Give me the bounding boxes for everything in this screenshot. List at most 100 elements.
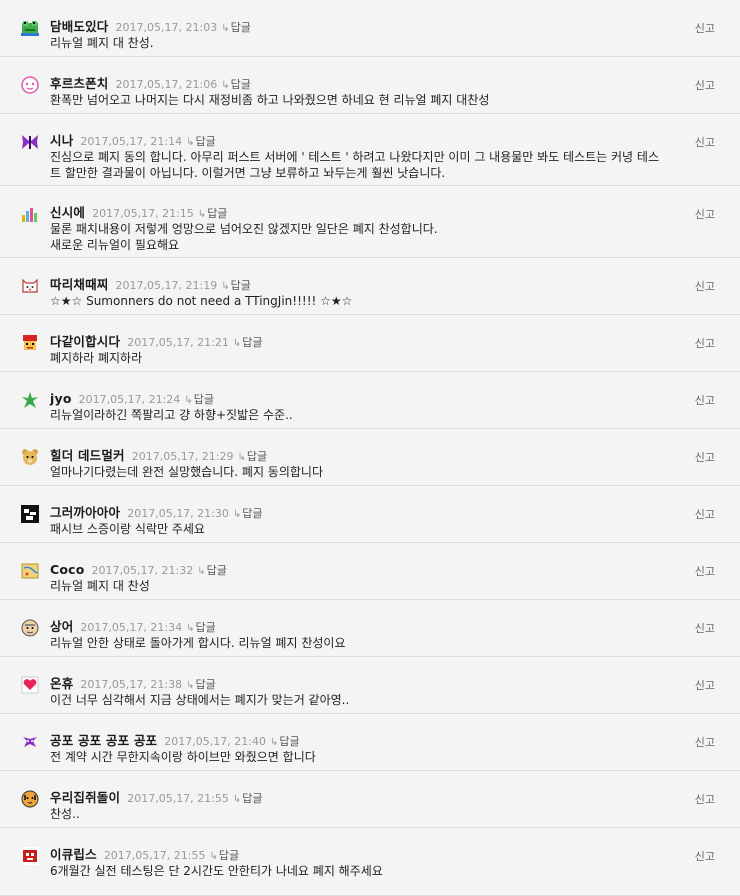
comment-text: 환폭만 넘어오고 나머지는 다시 재정비좀 하고 나와줬으면 하네요 현 리뉴얼… (50, 93, 490, 107)
reply-link[interactable]: ↳답글 (237, 450, 267, 463)
report-link[interactable]: 신고 (695, 563, 715, 579)
reply-link[interactable]: ↳답글 (210, 849, 240, 862)
commenter-name[interactable]: Coco (50, 562, 85, 577)
reply-link[interactable]: ↳답글 (184, 393, 214, 406)
report-link[interactable]: 신고 (695, 134, 715, 150)
comment-list: 담배도있다 2017,05,17, 21:03 ↳답글 신고 리뉴얼 폐지 대 찬성. 후… (0, 0, 740, 896)
comment-meta: 상어 2017,05,17, 21:34 ↳답글 (50, 619, 216, 637)
report-link[interactable]: 신고 (695, 392, 715, 408)
commenter-name[interactable]: 힐더 데드멀커 (50, 448, 125, 463)
reply-arrow-icon: ↳ (186, 623, 195, 634)
commenter-name[interactable]: 온휴 (50, 676, 73, 691)
commenter-name[interactable]: 담배도있다 (50, 19, 109, 34)
comment-meta: 시나 2017,05,17, 21:14 ↳답글 (50, 133, 216, 151)
comment-timestamp: 2017,05,17, 21:06 (115, 78, 218, 91)
reply-arrow-icon: ↳ (184, 395, 193, 406)
commenter-name[interactable]: 이큐립스 (50, 847, 97, 862)
report-link[interactable]: 신고 (695, 20, 715, 36)
comment-item: 다같이합시다 2017,05,17, 21:21 ↳답글 신고 폐지하라 폐지하라 (0, 315, 740, 372)
reply-arrow-icon: ↳ (197, 566, 206, 577)
comment-meta: 신시에 2017,05,17, 21:15 ↳답글 (50, 205, 227, 223)
commenter-name[interactable]: 우리집쥐돌이 (50, 790, 120, 805)
reply-label: 답글 (242, 507, 263, 520)
commenter-name[interactable]: 상어 (50, 619, 73, 634)
report-link[interactable]: 신고 (695, 335, 715, 351)
reply-arrow-icon: ↳ (186, 680, 195, 691)
report-link[interactable]: 신고 (695, 206, 715, 222)
comment-timestamp: 2017,05,17, 21:29 (131, 450, 234, 463)
reply-link[interactable]: ↳답글 (221, 279, 251, 292)
comment-text: ☆★☆ Sumonners do not need a TTingJin!!!!… (50, 294, 353, 308)
comment-item: 힐더 데드멀커 2017,05,17, 21:29 ↳답글 신고 얼마나기다렸는데 완전… (0, 429, 740, 486)
comment-timestamp: 2017,05,17, 21:14 (80, 135, 183, 148)
report-link[interactable]: 신고 (695, 449, 715, 465)
reply-link[interactable]: ↳답글 (186, 135, 216, 148)
reply-arrow-icon: ↳ (232, 794, 242, 805)
report-link[interactable]: 신고 (695, 848, 715, 864)
reply-link[interactable]: ↳답글 (270, 735, 300, 748)
comment-text: 리뉴얼 폐지 대 찬성. (50, 36, 154, 50)
report-link[interactable]: 신고 (695, 620, 715, 636)
reply-label: 답글 (279, 735, 300, 748)
report-link[interactable]: 신고 (695, 506, 715, 522)
colorful-bars-icon (21, 205, 39, 223)
reply-link[interactable]: ↳답글 (221, 21, 251, 34)
reply-label: 답글 (195, 135, 216, 148)
comment-item: Coco 2017,05,17, 21:32 ↳답글 신고 리뉴얼 폐지 대 찬성 (0, 543, 740, 600)
commenter-name[interactable]: 공포 공포 공포 공포 (50, 733, 157, 748)
comment-item: 따리채때찌 2017,05,17, 21:19 ↳답글 신고 ☆★☆ Sumonners… (0, 258, 740, 315)
comment-timestamp: 2017,05,17, 21:15 (92, 207, 194, 220)
reply-link[interactable]: ↳답글 (197, 564, 227, 577)
reply-link[interactable]: ↳답글 (233, 507, 263, 520)
comment-meta: 따리채때찌 2017,05,17, 21:19 ↳답글 (50, 277, 251, 295)
comment-item: 온휴 2017,05,17, 21:38 ↳답글 신고이건 너무 심각해서 지금 상태… (0, 657, 740, 714)
reply-link[interactable]: ↳답글 (198, 207, 228, 220)
reply-arrow-icon: ↳ (221, 281, 230, 292)
tiger-face-icon (21, 790, 39, 808)
comment-text: 물론 패치내용이 저렇게 엉망으로 넘어오진 않겠지만 일단은 폐지 찬성합니다… (50, 222, 438, 252)
purple-butterfly-icon (21, 133, 39, 151)
report-link[interactable]: 신고 (695, 77, 715, 93)
commenter-name[interactable]: 다같이합시다 (50, 334, 120, 349)
red-figure-icon (21, 847, 39, 865)
commenter-name[interactable]: jyo (50, 391, 72, 406)
comment-text: 전 계약 시간 무한지속이랑 하이브만 와줬으면 합니다 (50, 750, 316, 764)
commenter-name[interactable]: 신시에 (50, 205, 85, 220)
reply-link[interactable]: ↳답글 (186, 621, 216, 634)
report-link[interactable]: 신고 (695, 734, 715, 750)
comment-timestamp: 2017,05,17, 21:24 (78, 393, 181, 406)
reply-link[interactable]: ↳답글 (186, 678, 216, 691)
comment-text: 이건 너무 심각해서 지금 상태에서는 폐지가 맞는거 같아영.. (50, 693, 350, 707)
comment-item: 이큐립스 2017,05,17, 21:55 ↳답글 신고 6개월간 실전 테스팅은 단… (0, 828, 740, 896)
comment-timestamp: 2017,05,17, 21:30 (127, 507, 229, 520)
comment-meta: 온휴 2017,05,17, 21:38 ↳답글 (50, 676, 216, 694)
comment-timestamp: 2017,05,17, 21:55 (127, 792, 229, 805)
commenter-name[interactable]: 그러까아아아 (50, 505, 120, 520)
comment-item: 우리집쥐돌이 2017,05,17, 21:55 ↳답글 신고 찬성.. (0, 771, 740, 828)
report-link[interactable]: 신고 (695, 791, 715, 807)
commenter-name[interactable]: 따리채때찌 (50, 277, 109, 292)
comment-meta: 이큐립스 2017,05,17, 21:55 ↳답글 (50, 847, 239, 865)
comment-item: 그러까아아아 2017,05,17, 21:30 ↳답글 신고 패시브 스증이랑 식락만… (0, 486, 740, 543)
reply-link[interactable]: ↳답글 (221, 78, 251, 91)
reply-label: 답글 (246, 450, 268, 463)
comment-meta: 담배도있다 2017,05,17, 21:03 ↳답글 (50, 19, 251, 37)
report-link[interactable]: 신고 (695, 278, 715, 294)
report-link[interactable]: 신고 (695, 677, 715, 693)
commenter-name[interactable]: 후르츠폰치 (50, 76, 109, 91)
comment-timestamp: 2017,05,17, 21:03 (115, 21, 218, 34)
comment-meta: Coco 2017,05,17, 21:32 ↳답글 (50, 562, 227, 580)
reply-link[interactable]: ↳답글 (233, 792, 263, 805)
reply-arrow-icon: ↳ (269, 737, 279, 748)
comment-item: 신시에 2017,05,17, 21:15 ↳답글 신고물론 패치내용이 저렇게 엉망… (0, 186, 740, 258)
green-leaf-icon (21, 391, 39, 409)
old-man-face-icon (21, 619, 39, 637)
reply-link[interactable]: ↳답글 (233, 336, 263, 349)
heart-card-icon (21, 676, 39, 694)
comment-timestamp: 2017,05,17, 21:34 (80, 621, 183, 634)
reply-label: 답글 (242, 792, 263, 805)
commenter-name[interactable]: 시나 (50, 133, 73, 148)
reply-arrow-icon: ↳ (209, 851, 218, 862)
comment-meta: 그러까아아아 2017,05,17, 21:30 ↳답글 (50, 505, 263, 523)
comment-meta: 우리집쥐돌이 2017,05,17, 21:55 ↳답글 (50, 790, 263, 808)
